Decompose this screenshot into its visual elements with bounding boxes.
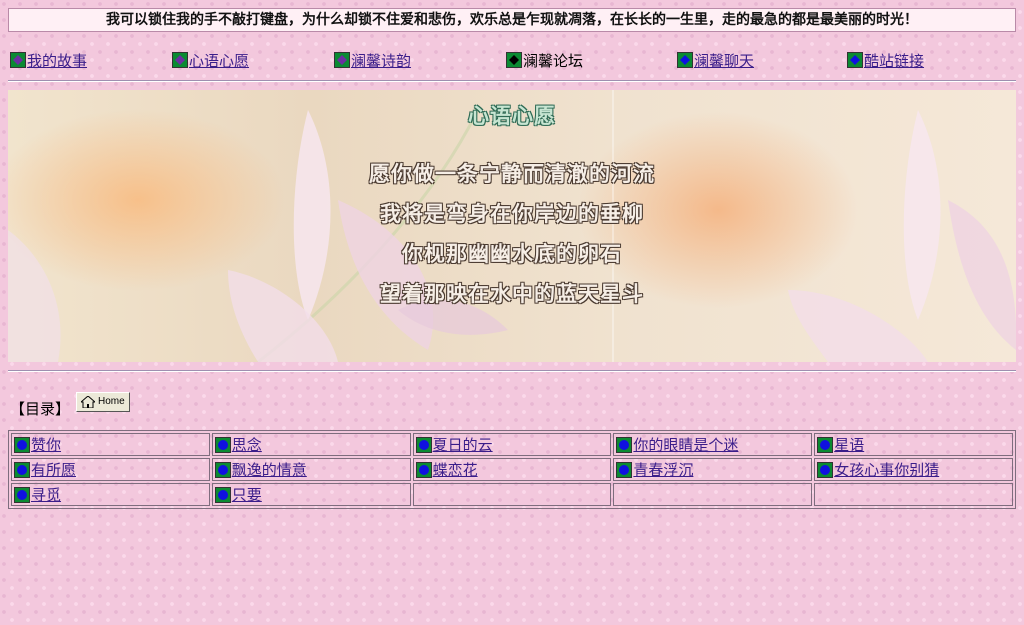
article-link[interactable]: 女孩心事你别猜: [834, 459, 939, 480]
table-cell[interactable]: 蝶恋花: [412, 458, 612, 481]
article-link[interactable]: 寻觅: [31, 484, 61, 505]
blue-dot-icon: [616, 436, 633, 453]
home-icon: [81, 395, 96, 408]
article-link[interactable]: 你的眼睛是个迷: [633, 434, 738, 455]
table-cell[interactable]: 思念: [211, 433, 411, 456]
nav-link-label[interactable]: 我的故事: [27, 50, 87, 71]
blue-dot-icon: [616, 461, 633, 478]
article-link[interactable]: 飘逸的情意: [232, 459, 307, 480]
home-button[interactable]: Home: [76, 391, 130, 412]
article-link[interactable]: 赞你: [31, 434, 61, 455]
blue-dot-icon: [14, 461, 30, 478]
poem-line: 愿你做一条宁静而清澈的河流: [369, 162, 655, 186]
article-link[interactable]: 思念: [232, 434, 262, 455]
blue-dot-icon: [214, 436, 231, 453]
table-cell[interactable]: 女孩心事你别猜: [814, 458, 1013, 481]
article-link[interactable]: 有所愿: [31, 459, 76, 480]
blue-dot-icon: [817, 436, 834, 453]
nav-item-my-story[interactable]: 我的故事: [10, 50, 87, 70]
blue-dot-icon: [415, 461, 432, 478]
blue-diamond-icon: [677, 52, 693, 68]
top-nav: 我的故事 心语心愿 澜馨诗韵 澜馨论坛 澜馨聊天 酷站链接: [0, 50, 1024, 72]
table-cell[interactable]: 寻觅: [11, 483, 210, 506]
divider: [8, 370, 1016, 372]
table-cell[interactable]: 赞你: [11, 433, 210, 456]
blue-dot-icon: [214, 486, 231, 503]
nav-link-label[interactable]: 澜馨聊天: [694, 50, 754, 71]
nav-current-label: 澜馨论坛: [523, 51, 584, 70]
table-cell[interactable]: 飘逸的情意: [211, 458, 411, 481]
blue-diamond-icon: [847, 52, 863, 68]
blue-dot-icon: [14, 486, 30, 503]
home-button-label: Home: [98, 396, 125, 407]
article-table: 赞你 思念 夏日的云 你的眼睛是个迷 星语 有所愿 飘逸的情意 蝶恋花 青春浮沉…: [8, 430, 1016, 509]
toc-label: 【目录】: [10, 400, 71, 418]
divider: [8, 80, 1016, 82]
article-link[interactable]: 星语: [834, 434, 864, 455]
poem-line: 你枧那幽幽水底的卵石: [402, 242, 622, 266]
table-row: 赞你 思念 夏日的云 你的眼睛是个迷 星语: [11, 433, 1013, 456]
blue-dot-icon: [415, 436, 432, 453]
table-row: 有所愿 飘逸的情意 蝶恋花 青春浮沉 女孩心事你别猜: [11, 458, 1013, 481]
nav-link-label[interactable]: 心语心愿: [189, 50, 249, 71]
nav-item-poetry[interactable]: 澜馨诗韵: [334, 50, 411, 70]
table-cell[interactable]: 只要: [211, 483, 411, 506]
banner-title: 心语心愿: [468, 104, 556, 128]
blue-dot-icon: [214, 461, 231, 478]
blue-dot-icon: [14, 436, 30, 453]
article-link[interactable]: 只要: [232, 484, 262, 505]
purple-diamond-icon: [334, 52, 350, 68]
table-cell[interactable]: 星语: [814, 433, 1013, 456]
table-cell[interactable]: 夏日的云: [412, 433, 612, 456]
poem-line: 我将是弯身在你岸边的垂柳: [380, 202, 644, 226]
nav-link-label[interactable]: 澜馨诗韵: [351, 50, 411, 71]
scrolling-marquee: 我可以锁住我的手不敲打键盘，为什么却锁不住爱和悲伤，欢乐总是乍现就凋落，在长长的…: [8, 8, 1016, 32]
empty-cell: [613, 483, 813, 506]
article-link[interactable]: 青春浮沉: [633, 459, 693, 480]
nav-item-heart-wish[interactable]: 心语心愿: [172, 50, 249, 70]
table-cell[interactable]: 青春浮沉: [613, 458, 813, 481]
poem-line: 望着那映在水中的蓝天星斗: [380, 282, 644, 306]
empty-cell: [412, 483, 612, 506]
purple-diamond-icon: [172, 52, 188, 68]
empty-cell: [814, 483, 1013, 506]
table-row: 寻觅 只要: [11, 483, 1013, 506]
toc-header: 【目录】 Home: [10, 391, 130, 419]
table-cell[interactable]: 有所愿: [11, 458, 210, 481]
table-cell[interactable]: 你的眼睛是个迷: [613, 433, 813, 456]
banner-image: 心语心愿 愿你做一条宁静而清澈的河流 我将是弯身在你岸边的垂柳 你枧那幽幽水底的…: [8, 90, 1016, 362]
nav-item-forum: 澜馨论坛: [506, 50, 583, 70]
purple-diamond-icon: [10, 52, 26, 68]
black-diamond-icon: [506, 52, 522, 68]
nav-item-cool-links[interactable]: 酷站链接: [847, 50, 924, 70]
nav-link-label[interactable]: 酷站链接: [864, 50, 924, 71]
nav-item-chat[interactable]: 澜馨聊天: [677, 50, 754, 70]
blue-dot-icon: [817, 461, 834, 478]
article-link[interactable]: 蝶恋花: [433, 459, 478, 480]
article-link[interactable]: 夏日的云: [433, 434, 493, 455]
